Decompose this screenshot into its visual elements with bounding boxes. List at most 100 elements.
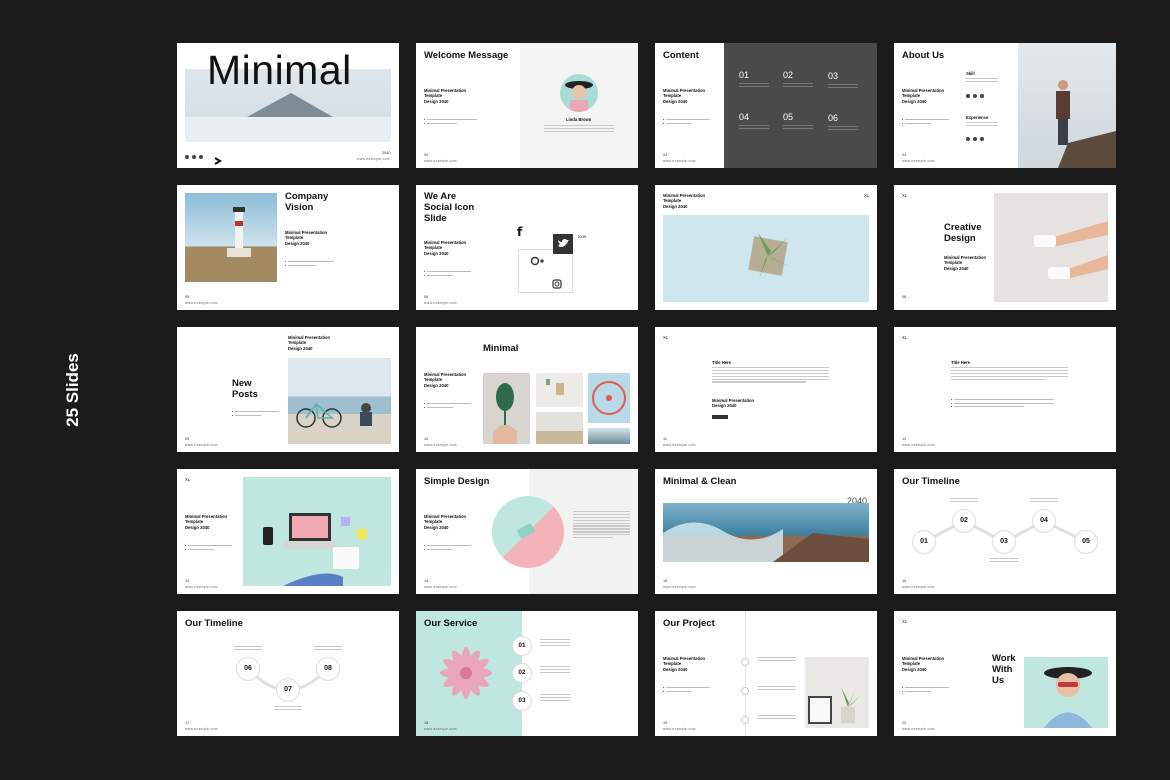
sneakers-photo	[994, 193, 1108, 302]
slide-simple-design[interactable]: Simple Design Minimal Presentation Templa…	[416, 469, 638, 594]
leaf-photo	[483, 373, 530, 444]
content-item-03: 03	[828, 71, 839, 81]
slide-new-posts[interactable]: Minimal Presentation Template Design 2040 …	[177, 327, 399, 452]
slide-company-vision[interactable]: Company Vision Minimal Presentation Templ…	[177, 185, 399, 310]
project-text	[758, 715, 796, 721]
icon-grid	[518, 249, 573, 293]
project-text	[758, 657, 796, 663]
slide-content[interactable]: Content Minimal Presentation Template Desi…	[655, 43, 877, 168]
point-text	[274, 706, 302, 712]
slide-number: 17	[185, 721, 190, 725]
content-item-05: 05	[783, 112, 794, 122]
bullet-list	[423, 271, 471, 278]
slide-work-with-us[interactable]: XL Minimal Presentation Template Design 20…	[894, 611, 1116, 736]
point-text	[950, 498, 978, 504]
slide-about[interactable]: About Us Minimal Presentation Template Des…	[894, 43, 1116, 168]
bullet-list	[901, 119, 949, 126]
xl-label: XL	[902, 335, 908, 340]
timeline-point-03: 03	[992, 530, 1016, 554]
slide-number: 14	[424, 579, 429, 583]
slide-number: 11	[663, 437, 667, 441]
item-text	[783, 125, 813, 131]
slide-project[interactable]: Our Project Minimal Presentation Template…	[655, 611, 877, 736]
item-text	[739, 125, 769, 131]
slide-title: Welcome Message	[424, 50, 509, 61]
twitter-icon	[185, 155, 189, 159]
template-lines: Minimal Presentation Template Design 2040	[902, 88, 945, 104]
slide-number: 05	[185, 295, 190, 299]
timeline-point-02: 02	[952, 509, 976, 533]
slide-plant[interactable]: Minimal Presentation Template Design 2040 …	[655, 185, 877, 310]
timeline-point-08: 08	[316, 657, 340, 681]
google-plus-icon	[530, 253, 544, 271]
cover-url: www.example.com	[357, 157, 390, 161]
xl-label: XL	[185, 477, 191, 482]
slide-url: www.example.com	[663, 585, 696, 589]
slide-social-icons[interactable]: We Are Social Icon Slide Minimal Present…	[416, 185, 638, 310]
slide-title: Our Service	[424, 618, 478, 629]
bullet-list	[662, 687, 710, 694]
slide-creative-design[interactable]: XL Creative Design Minimal Presentation T…	[894, 185, 1116, 310]
project-text	[758, 686, 796, 692]
avatar	[560, 74, 598, 112]
item-text	[739, 83, 769, 89]
slide-title: Minimal	[483, 343, 519, 354]
slide-number: 10	[424, 437, 429, 441]
slide-url: www.example.com	[424, 585, 457, 589]
slide-minimal-clean[interactable]: Minimal & Clean 2040 15 www.example.com	[655, 469, 877, 594]
slide-title: Work With Us	[992, 653, 1016, 686]
slide-title: We Are Social Icon Slide	[424, 191, 475, 224]
desk-photo	[536, 412, 583, 444]
slide-url: www.example.com	[424, 301, 457, 305]
slide-title: Minimal & Clean	[663, 476, 737, 487]
skill-icon	[980, 94, 984, 98]
body-text	[573, 511, 630, 540]
content-item-02: 02	[783, 70, 794, 80]
slide-title: Our Project	[663, 618, 715, 629]
experience-icon	[973, 137, 977, 141]
template-lines: Minimal Presentation Template Design 2040	[663, 88, 706, 104]
skill-heading: Skill	[966, 71, 975, 76]
design-circle	[492, 496, 564, 568]
dark-panel	[724, 43, 877, 168]
slide-url: www.example.com	[902, 727, 935, 731]
slide-title-here-a[interactable]: XL Title Here Minimal Presentation Design…	[655, 327, 877, 452]
slide-url: www.example.com	[663, 443, 696, 447]
slide-workspace[interactable]: XL Minimal Presentation Template Design 20…	[177, 469, 399, 594]
template-lines: Minimal Presentation Template Design 2040	[663, 656, 706, 672]
template-lines: Minimal Presentation Template Design 2040	[424, 514, 467, 530]
slide-number: 19	[663, 721, 668, 725]
slide-title: New Posts	[232, 378, 258, 400]
slide-number: 09	[185, 437, 190, 441]
slide-title: Company Vision	[285, 191, 329, 213]
slide-number: 06	[424, 295, 429, 299]
person-name: Linda Brown	[566, 117, 592, 122]
timeline-point-06: 06	[236, 657, 260, 681]
slide-gallery[interactable]: Minimal Minimal Presentation Template Desi…	[416, 327, 638, 452]
item-text	[783, 83, 813, 89]
timeline-point-07: 07	[276, 678, 300, 702]
slide-timeline-b[interactable]: Our Timeline 06 07 08 17 www.example.com	[177, 611, 399, 736]
experience-icon	[966, 137, 970, 141]
slide-welcome[interactable]: Welcome Message Minimal Presentation Temp…	[416, 43, 638, 168]
slide-number: 18	[424, 721, 429, 725]
template-lines: Minimal Presentation Template Design 2040	[944, 255, 987, 271]
content-item-06: 06	[828, 113, 839, 123]
slide-number: 02	[424, 153, 429, 157]
bullet-list	[424, 119, 477, 126]
bullet-list	[423, 403, 471, 410]
icon-label: Icon	[578, 234, 586, 239]
slide-cover[interactable]: Minimal 2040 www.example.com	[177, 43, 399, 168]
template-lines: Minimal Presentation Template Design 2040	[424, 240, 467, 256]
content-item-01: 01	[739, 70, 750, 80]
content-item-04: 04	[739, 112, 750, 122]
service-text	[540, 694, 570, 703]
slide-title-here-b[interactable]: XL Title Here 12 www.example.com	[894, 327, 1116, 452]
chair-photo	[536, 373, 583, 407]
slide-url: www.example.com	[185, 585, 218, 589]
slide-service[interactable]: Our Service 01 02 03 18 www.example.com	[416, 611, 638, 736]
service-text	[540, 639, 570, 648]
slide-timeline-a[interactable]: Our Timeline 01 02 03 04 05 16 www.examp…	[894, 469, 1116, 594]
body-text	[951, 367, 1068, 381]
project-marker	[741, 658, 749, 666]
